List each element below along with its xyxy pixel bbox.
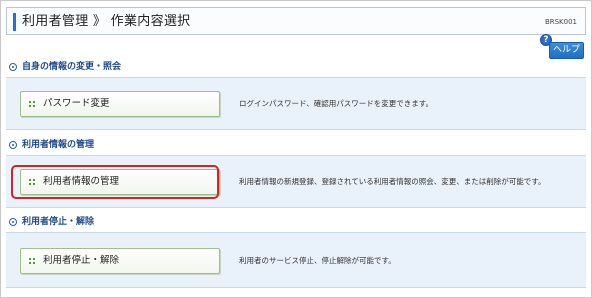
section-bullet-icon bbox=[9, 218, 17, 226]
section-bullet-icon bbox=[9, 63, 17, 71]
button-label: パスワード変更 bbox=[43, 98, 110, 109]
password-change-button[interactable]: パスワード変更 bbox=[20, 91, 220, 117]
button-dots-icon bbox=[29, 258, 35, 264]
section-description: 利用者情報の新規登録、登録されている利用者情報の照会、変更、または削除が可能です… bbox=[239, 177, 546, 186]
section-title: 利用者停止・解除 bbox=[22, 217, 95, 227]
page-title: 利用者管理 》 作業内容選択 bbox=[22, 14, 191, 29]
section-bullet-icon bbox=[9, 141, 17, 149]
section-title: 自身の情報の変更・照会 bbox=[22, 62, 122, 72]
highlight-box bbox=[11, 165, 219, 199]
screen-id: BRSK001 bbox=[544, 18, 577, 26]
help-button[interactable]: ヘルプ bbox=[549, 42, 584, 59]
title-accent-bar bbox=[13, 13, 16, 31]
section-panel-user-suspension: 利用者停止・解除 利用者のサービス停止、停止解除が可能です。 bbox=[6, 232, 586, 288]
page-frame: 利用者管理 》 作業内容選択 BRSK001 ? ヘルプ 自身の情報の変更・照会… bbox=[0, 0, 592, 298]
section-panel-self-info: パスワード変更 ログインパスワード、確認用パスワードを変更できます。 bbox=[6, 77, 586, 130]
button-dots-icon bbox=[29, 101, 35, 107]
section-description: ログインパスワード、確認用パスワードを変更できます。 bbox=[239, 99, 433, 108]
section-description: 利用者のサービス停止、停止解除が可能です。 bbox=[239, 256, 396, 265]
page-title-bar: 利用者管理 》 作業内容選択 BRSK001 bbox=[6, 7, 586, 35]
button-label: 利用者停止・解除 bbox=[43, 255, 120, 266]
section-title: 利用者情報の管理 bbox=[22, 140, 95, 150]
user-suspension-button[interactable]: 利用者停止・解除 bbox=[20, 248, 220, 274]
